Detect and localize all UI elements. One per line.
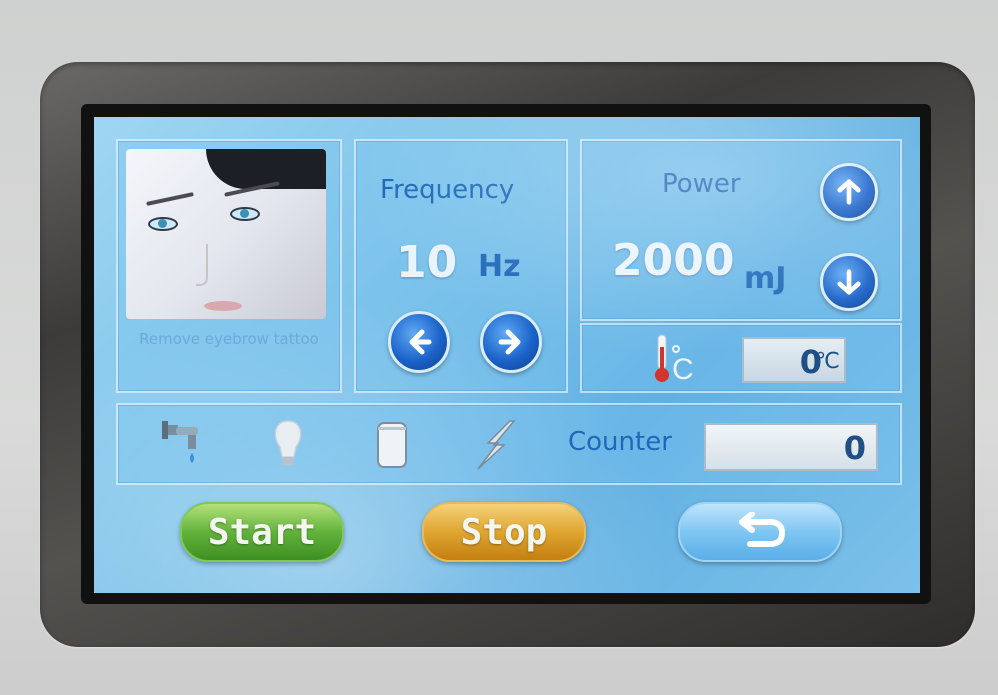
power-value: 2000 [612,235,735,286]
arrow-right-icon [498,329,521,355]
thermometer-icon: C [655,334,694,385]
counter-display: 0 [704,423,878,471]
power-decrease-button[interactable] [820,253,878,311]
svg-text:C: C [672,353,694,385]
power-label: Power [662,169,741,199]
temperature-panel: C 0 ℃ [580,323,902,393]
water-tap-icon [162,421,198,463]
tank-icon [377,422,407,468]
frequency-panel: Frequency 10 Hz [354,139,568,393]
frequency-increase-button[interactable] [480,311,542,373]
treatment-label: Remove eyebrow tattoo [139,330,319,348]
power-panel: Power 2000 mJ [580,139,902,321]
frequency-value: 10 [396,237,458,288]
counter-label: Counter [568,427,672,457]
power-unit: mJ [744,261,787,296]
frequency-label: Frequency [380,175,515,205]
arrow-left-icon [409,329,432,355]
treatment-panel[interactable]: Remove eyebrow tattoo [116,139,342,393]
back-button[interactable] [678,502,842,562]
power-increase-button[interactable] [820,163,878,221]
temperature-display: 0 ℃ [742,337,846,383]
frequency-decrease-button[interactable] [388,311,450,373]
arrow-down-icon [837,269,861,295]
return-arrow-icon [739,512,786,547]
frequency-unit: Hz [478,249,521,284]
arrow-up-icon [837,179,861,205]
lightning-icon [477,420,516,470]
counter-value: 0 [843,429,866,467]
start-button[interactable]: Start [180,502,344,562]
treatment-photo [126,149,326,319]
light-bulb-icon [274,420,302,465]
status-panel: Counter 0 [116,403,902,485]
temperature-unit: ℃ [815,349,840,374]
stop-button[interactable]: Stop [422,502,586,562]
touch-screen: Remove eyebrow tattoo Frequency 10 Hz Po… [94,117,920,593]
